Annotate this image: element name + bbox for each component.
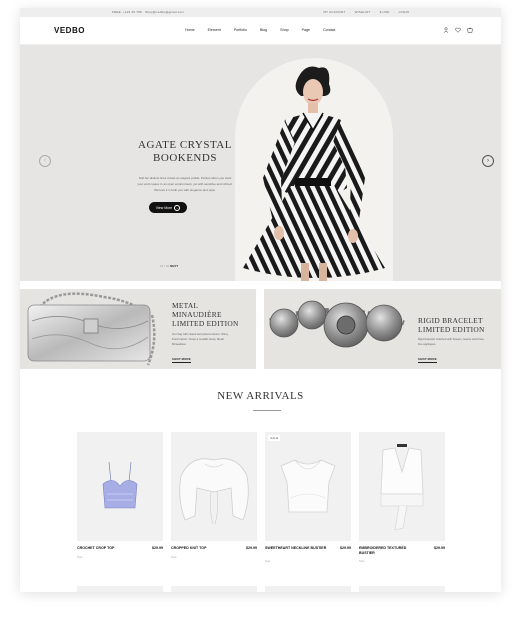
product-image[interactable]: [359, 432, 445, 541]
section-divider: [253, 410, 281, 411]
nav-page[interactable]: Page: [302, 28, 310, 32]
nav-contact[interactable]: Contact: [323, 28, 335, 32]
page-frame: FREE: +123 45 789 · Shop@vedbo@gmail.com…: [20, 8, 501, 592]
promo-banners: METAL MINAUDIÈRE LIMITED EDITION Our bag…: [20, 289, 501, 369]
promo-title: RIGID BRACELET LIMITED EDITION: [418, 316, 485, 334]
hero-description: Soft but distinct lines create an elegan…: [137, 176, 233, 192]
product-card[interactable]: CROPPED KNIT TOP $29.99 Tops: [171, 432, 257, 559]
product-name[interactable]: CROPPED KNIT TOP: [171, 546, 233, 551]
shop-more-link[interactable]: SHOP MORE: [172, 357, 191, 363]
embroidered-bustier-image: [380, 444, 424, 531]
product-category[interactable]: Tops: [171, 556, 176, 559]
top-bar-contact: FREE: +123 45 789 · Shop@vedbo@gmail.com: [112, 10, 185, 14]
slide-pager[interactable]: 01 / 02 NEXT: [160, 264, 178, 268]
product-price: $29.99: [434, 546, 445, 550]
hero-model-image: [235, 58, 393, 281]
product-card-peek: [77, 586, 163, 592]
nav-portfolio[interactable]: Portfolio: [234, 28, 247, 32]
nav-blog[interactable]: Blog: [260, 28, 267, 32]
rigid-bracelet-image: [269, 300, 405, 348]
promo-banner-bracelet[interactable]: RIGID BRACELET LIMITED EDITION Rigid bra…: [264, 289, 501, 369]
hero-slider: ‹ › AGATE CRYSTAL BOOKENDS Soft but dist…: [20, 45, 501, 281]
top-link-login[interactable]: LOGIN: [399, 10, 409, 14]
nav-shop[interactable]: Shop: [280, 28, 288, 32]
product-card[interactable]: EMBROIDERED TEXTURED BUSTIER $29.99 Tops: [359, 432, 445, 563]
top-link-currency[interactable]: $ USD: [380, 10, 390, 14]
arrow-right-icon: →: [174, 204, 181, 211]
site-header: VEDBO Home Element Portfolio Blog Shop P…: [20, 17, 501, 45]
crop-top-image: [102, 461, 138, 509]
product-price: $29.99: [152, 546, 163, 550]
header-icons: [443, 27, 473, 33]
view-more-button[interactable]: View More →: [149, 202, 187, 213]
product-category[interactable]: Tops: [77, 556, 82, 559]
product-card[interactable]: CROCHET CROP TOP $29.99 Tops: [77, 432, 163, 559]
silver-clutch-image: [27, 292, 156, 366]
main-nav: Home Element Portfolio Blog Shop Page Co…: [185, 28, 348, 32]
prev-slide-arrow-icon[interactable]: ‹: [39, 155, 51, 167]
top-link-account[interactable]: MY ACCOUNT: [323, 10, 345, 14]
nav-element[interactable]: Element: [208, 28, 221, 32]
nav-home[interactable]: Home: [185, 28, 195, 32]
top-link-wishlist[interactable]: WISHLIST: [355, 10, 371, 14]
user-icon[interactable]: [443, 27, 449, 33]
product-category[interactable]: Tops: [359, 560, 364, 563]
product-card-peek: [171, 586, 257, 592]
knit-top-image: [179, 458, 249, 525]
heart-icon[interactable]: [455, 27, 461, 33]
product-name[interactable]: EMBROIDERED TEXTURED BUSTIER: [359, 546, 421, 555]
hero-title: AGATE CRYSTAL BOOKENDS: [138, 139, 232, 164]
next-slide-arrow-icon[interactable]: ›: [482, 155, 494, 167]
product-image[interactable]: [77, 432, 163, 541]
promo-description: Rigid bracelet clutched with flowers, le…: [418, 337, 484, 346]
sale-badge: SALE: [268, 435, 281, 441]
section-title: NEW ARRIVALS: [217, 390, 304, 402]
product-card[interactable]: SALE SWEETHEART NECKLINE BUSTIER $29.99 …: [265, 432, 351, 563]
promo-banner-minaudiere[interactable]: METAL MINAUDIÈRE LIMITED EDITION Our bag…: [20, 289, 256, 369]
product-price: $29.99: [246, 546, 257, 550]
product-name[interactable]: CROCHET CROP TOP: [77, 546, 139, 551]
bag-icon[interactable]: [467, 27, 473, 33]
product-card-peek: [265, 586, 351, 592]
product-image[interactable]: [171, 432, 257, 541]
product-name[interactable]: SWEETHEART NECKLINE BUSTIER: [265, 546, 327, 551]
product-price: $29.99: [340, 546, 351, 550]
shop-more-link[interactable]: SHOP MORE: [418, 357, 437, 363]
product-category[interactable]: Tops: [265, 560, 270, 563]
bustier-image: [280, 459, 336, 513]
logo[interactable]: VEDBO: [54, 26, 85, 35]
top-bar: FREE: +123 45 789 · Shop@vedbo@gmail.com…: [20, 8, 501, 17]
product-image[interactable]: SALE: [265, 432, 351, 541]
product-card-peek: [359, 586, 445, 592]
promo-title: METAL MINAUDIÈRE LIMITED EDITION: [172, 301, 239, 328]
top-bar-links: MY ACCOUNT · WISHLIST · $ USD · LOGIN: [323, 10, 409, 14]
promo-description: Our bag with raised and pared exterior. …: [172, 332, 229, 346]
